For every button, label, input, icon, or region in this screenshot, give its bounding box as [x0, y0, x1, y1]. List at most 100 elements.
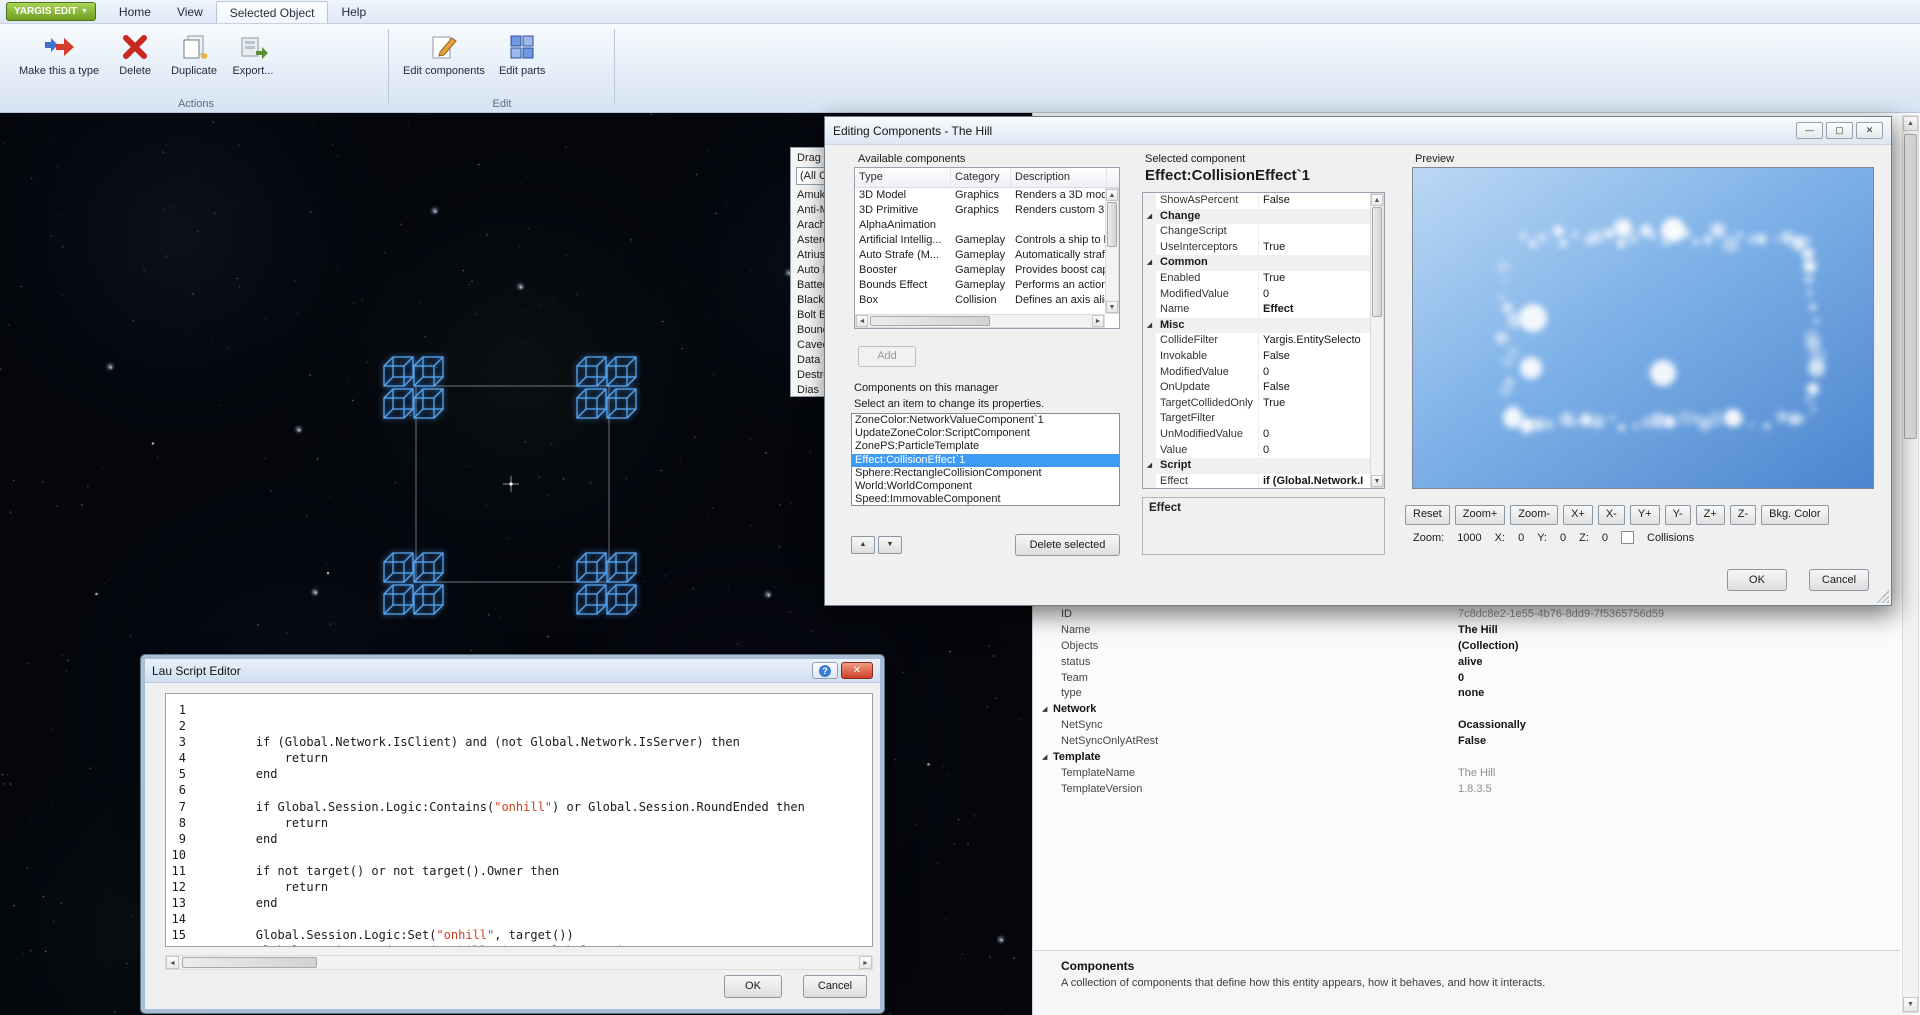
scroll-up-icon[interactable]: ▲ — [1106, 189, 1118, 201]
add-component-button[interactable]: Add — [858, 346, 916, 367]
available-component-row[interactable]: AlphaAnimation — [855, 218, 1105, 233]
available-component-row[interactable]: Auto Strafe (M... Gameplay Automatically… — [855, 248, 1105, 263]
preview-control-button[interactable]: Y+ — [1630, 505, 1660, 525]
property-row[interactable]: ◢ ModifiedValue 0 — [1143, 287, 1370, 303]
property-row[interactable]: ◢ OnUpdate False — [1143, 380, 1370, 396]
available-component-row[interactable]: 3D Primitive Graphics Renders custom 3D — [855, 203, 1105, 218]
property-value[interactable]: none — [1458, 687, 1896, 699]
close-icon[interactable]: ✕ — [1856, 122, 1883, 139]
make-this-a-type-button[interactable]: Make this a type — [12, 27, 106, 80]
preview-control-button[interactable]: Y- — [1665, 505, 1691, 525]
duplicate-button[interactable]: Duplicate — [164, 27, 224, 80]
inspector-scrollbar[interactable]: ▲ ▼ — [1902, 115, 1919, 1013]
inspector-row[interactable]: ◢ TemplateVersion 1.8.3.5 — [1033, 781, 1896, 797]
property-row[interactable]: ◢ Common — [1143, 255, 1370, 271]
available-component-row[interactable]: 3D Model Graphics Renders a 3D mode — [855, 188, 1105, 203]
property-row[interactable]: ◢ Name Effect — [1143, 302, 1370, 318]
scroll-left-icon[interactable]: ◄ — [166, 956, 179, 969]
ok-button[interactable]: OK — [1727, 569, 1787, 591]
property-row[interactable]: ◢ CollideFilter Yargis.EntitySelecto — [1143, 333, 1370, 349]
inspector-row[interactable]: ◢ Template — [1033, 749, 1896, 765]
property-row[interactable]: ◢ UnModifiedValue 0 — [1143, 427, 1370, 443]
delete-button[interactable]: Delete — [106, 27, 164, 80]
table-vertical-scrollbar[interactable]: ▲ ▼ — [1105, 188, 1119, 314]
available-component-row[interactable]: Booster Gameplay Provides boost capa — [855, 263, 1105, 278]
scroll-left-icon[interactable]: ◄ — [856, 315, 868, 327]
code-line[interactable]: 6 return — [166, 782, 872, 798]
scrollbar-thumb[interactable] — [1372, 207, 1382, 317]
property-value[interactable]: if (Global.Network.I — [1259, 474, 1370, 488]
scrollbar-thumb[interactable] — [182, 957, 317, 968]
available-component-row[interactable]: Bounds Effect Gameplay Performs an actio… — [855, 278, 1105, 293]
edit-parts-button[interactable]: Edit parts — [492, 27, 552, 80]
scroll-down-icon[interactable]: ▼ — [1903, 997, 1918, 1012]
property-row[interactable]: ◢ Effect if (Global.Network.I — [1143, 474, 1370, 488]
ribbon-tab[interactable]: Help — [328, 1, 379, 23]
manager-list-item[interactable]: UpdateZoneColor:ScriptComponent — [852, 427, 1119, 440]
inspector-row[interactable]: ◢ ID 7c8dc8e2-1e55-4b76-8dd9-7f5365756d5… — [1033, 606, 1896, 622]
scroll-up-icon[interactable]: ▲ — [1903, 116, 1918, 131]
move-down-button[interactable]: ▼ — [878, 536, 902, 554]
column-header-type[interactable]: Type — [855, 168, 951, 187]
inspector-row[interactable]: ◢ NetSyncOnlyAtRest False — [1033, 733, 1896, 749]
preview-control-button[interactable]: Zoom- — [1510, 505, 1558, 525]
property-value[interactable]: True — [1259, 271, 1370, 287]
cancel-button[interactable]: Cancel — [1809, 569, 1869, 591]
property-value[interactable]: False — [1259, 380, 1370, 396]
inspector-row[interactable]: ◢ Network — [1033, 701, 1896, 717]
property-value[interactable]: The Hill — [1458, 624, 1896, 636]
grid-scrollbar[interactable]: ▲ ▼ — [1370, 193, 1384, 488]
code-line[interactable]: 5 if Global.Session.Logic:Contains("onhi… — [166, 766, 872, 782]
ribbon-tab[interactable]: Selected Object — [216, 1, 329, 23]
code-line[interactable]: 9 if not target() or not target().Owner … — [166, 831, 872, 847]
property-value[interactable]: False — [1259, 349, 1370, 365]
property-value[interactable] — [1191, 458, 1370, 474]
property-value[interactable]: False — [1259, 193, 1370, 209]
property-value[interactable]: Ocassionally — [1458, 719, 1896, 731]
app-menu-button[interactable]: YARGIS EDIT ▼ — [6, 2, 96, 21]
property-value[interactable]: (Collection) — [1458, 640, 1896, 652]
property-row[interactable]: ◢ Misc — [1143, 318, 1370, 334]
property-value[interactable] — [1200, 209, 1370, 225]
manager-list-item[interactable]: ZoneColor:NetworkValueComponent`1 — [852, 414, 1119, 427]
ok-button[interactable]: OK — [724, 975, 782, 998]
scrollbar-thumb[interactable] — [870, 316, 990, 326]
preview-control-button[interactable]: X+ — [1563, 505, 1593, 525]
property-value[interactable]: 7c8dc8e2-1e55-4b76-8dd9-7f5365756d59 — [1458, 608, 1896, 620]
manager-list-item[interactable]: Speed:ImmovableComponent — [852, 493, 1119, 506]
inspector-row[interactable]: ◢ Team 0 — [1033, 670, 1896, 686]
property-row[interactable]: ◢ TargetCollidedOnly True — [1143, 396, 1370, 412]
inspector-row[interactable]: ◢ status alive — [1033, 654, 1896, 670]
edit-components-button[interactable]: Edit components — [396, 27, 492, 80]
category-expander-icon[interactable]: ◢ — [1033, 753, 1051, 761]
dialog-title-bar[interactable]: Lau Script Editor ? ✕ — [145, 659, 880, 683]
property-value[interactable] — [1184, 318, 1370, 334]
property-value[interactable]: False — [1458, 735, 1896, 747]
preview-control-button[interactable]: Z- — [1730, 505, 1756, 525]
resize-grip[interactable] — [1876, 590, 1889, 603]
code-line[interactable]: 2 return — [166, 718, 872, 734]
code-line[interactable]: 14 Global.Session.Logic:Set("onhill-time… — [166, 911, 872, 927]
close-icon[interactable]: ✕ — [841, 662, 873, 679]
property-row[interactable]: ◢ Change — [1143, 209, 1370, 225]
inspector-row[interactable]: ◢ NetSync Ocassionally — [1033, 717, 1896, 733]
inspector-row[interactable]: ◢ TemplateName The Hill — [1033, 765, 1896, 781]
preview-control-button[interactable]: Bkg. Color — [1761, 505, 1828, 525]
property-row[interactable]: ◢ Enabled True — [1143, 271, 1370, 287]
available-component-row[interactable]: Box Collision Defines an axis align — [855, 293, 1105, 308]
property-value[interactable]: 0 — [1259, 427, 1370, 443]
scroll-right-icon[interactable]: ► — [1092, 315, 1104, 327]
scroll-down-icon[interactable]: ▼ — [1371, 475, 1383, 487]
minimize-icon[interactable]: — — [1796, 122, 1823, 139]
property-value[interactable]: The Hill — [1458, 767, 1896, 779]
inspector-row[interactable]: ◢ Name The Hill — [1033, 622, 1896, 638]
manager-list-item[interactable]: ZonePS:ParticleTemplate — [852, 440, 1119, 453]
preview-control-button[interactable]: Z+ — [1696, 505, 1725, 525]
property-value[interactable] — [1259, 411, 1370, 427]
code-horizontal-scrollbar[interactable]: ◄ ► — [165, 955, 873, 970]
move-up-button[interactable]: ▲ — [851, 536, 875, 554]
property-value[interactable]: True — [1259, 240, 1370, 256]
table-horizontal-scrollbar[interactable]: ◄ ► — [855, 314, 1105, 328]
category-expander-icon[interactable]: ◢ — [1033, 705, 1051, 713]
delete-selected-button[interactable]: Delete selected — [1015, 534, 1120, 556]
